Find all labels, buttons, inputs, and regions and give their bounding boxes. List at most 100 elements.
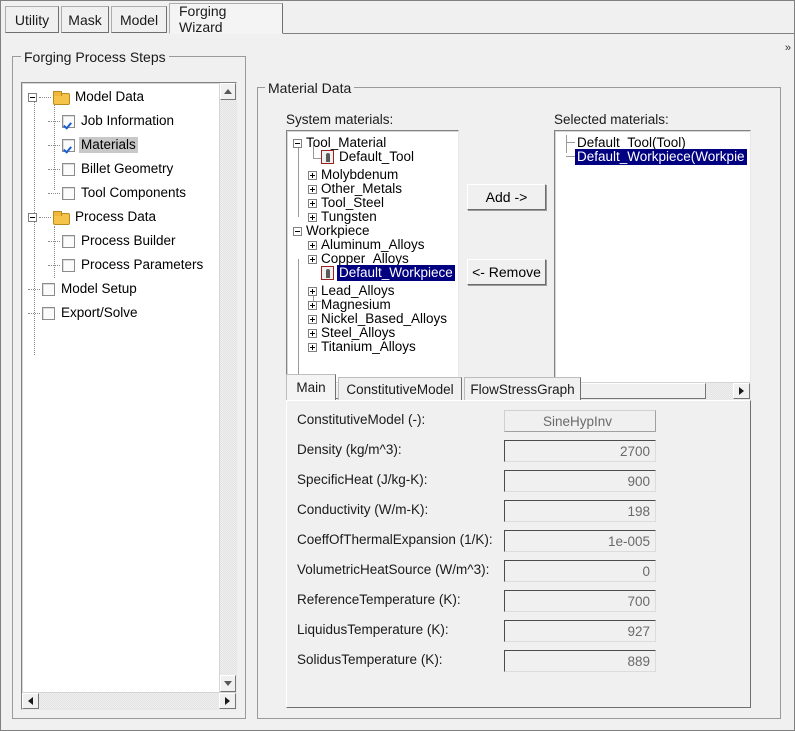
material-row-titanium-alloys[interactable]: Titanium_Alloys [308,338,418,356]
expander-minus-icon[interactable] [293,227,302,236]
property-row-liquidus-temperature: LiquidusTemperature (K): 927 [297,620,747,642]
property-row-solidus-temperature: SolidusTemperature (K): 889 [297,650,747,672]
expander-plus-icon[interactable] [308,315,317,324]
tree-connector-icon [28,313,40,314]
material-row-default-tool[interactable]: Default_Tool [321,148,416,166]
checkbox-process-parameters[interactable] [62,259,75,272]
expander-plus-icon[interactable] [308,241,317,250]
checkbox-process-builder[interactable] [62,235,75,248]
checkbox-materials[interactable] [62,139,75,152]
tree-label: Process Parameters [79,257,205,273]
chevron-right-icon [225,697,230,705]
property-row-density: Density (kg/m^3): 2700 [297,440,747,462]
reference-temperature-field[interactable]: 700 [504,590,656,612]
expander-plus-icon[interactable] [308,343,317,352]
material-row-default-workpiece[interactable]: Default_Workpiece [321,264,455,282]
forging-process-steps-title: Forging Process Steps [21,49,169,65]
scroll-up-button[interactable] [220,83,236,100]
expander-plus-icon[interactable] [308,199,317,208]
constitutive-model-field[interactable]: SineHypInv [504,410,656,432]
process-steps-tree[interactable]: Model Data Job Information Materials Bil… [22,83,221,709]
chevron-up-icon [224,89,232,94]
material-data-title: Material Data [265,80,354,96]
scroll-left-button[interactable] [22,693,39,709]
expander-plus-icon[interactable] [308,213,317,222]
process-tree-vscrollbar[interactable] [219,83,236,692]
scroll-down-button[interactable] [220,675,236,692]
expander-plus-icon[interactable] [308,171,317,180]
checkbox-export-solve[interactable] [42,307,55,320]
remove-material-button[interactable]: <- Remove [467,259,546,285]
tree-connector-vertical-workpiece [298,259,299,382]
coeff-thermal-expansion-field[interactable]: 1e-005 [504,530,656,552]
scroll-right-button[interactable] [733,383,750,399]
volumetric-heat-source-field[interactable]: 0 [504,560,656,582]
selected-row-default-workpiece[interactable]: Default_Workpiece(Workpie [575,148,747,166]
checkbox-model-setup[interactable] [42,283,55,296]
tree-row-billet-geometry[interactable]: Billet Geometry [48,160,175,178]
system-materials-panel: Tool_Material Default_Tool Molybdenum Ot… [286,130,459,400]
property-row-specific-heat: SpecificHeat (J/kg-K): 900 [297,470,747,492]
expander-minus-icon[interactable] [28,213,37,222]
tree-connector-icon [48,193,60,194]
liquidus-temperature-field[interactable]: 927 [504,620,656,642]
inner-tab-main-label: Main [296,380,325,395]
process-tree-hscrollbar[interactable] [22,692,236,709]
solidus-temperature-field[interactable]: 889 [504,650,656,672]
folder-icon [53,91,69,104]
property-row-reference-temperature: ReferenceTemperature (K): 700 [297,590,747,612]
inner-tab-flow-stress-graph-label: FlowStressGraph [470,382,574,397]
tree-row-job-information[interactable]: Job Information [48,112,176,130]
expander-plus-icon[interactable] [308,301,317,310]
tree-row-export-solve[interactable]: Export/Solve [28,304,140,322]
tab-model[interactable]: Model [111,6,167,33]
tree-label: Materials [79,137,138,153]
tree-label: Billet Geometry [79,161,175,177]
property-label: SpecificHeat (J/kg-K): [297,472,428,487]
tree-row-process-parameters[interactable]: Process Parameters [48,256,205,274]
tree-row-process-builder[interactable]: Process Builder [48,232,178,250]
tab-forging-wizard[interactable]: Forging Wizard [169,3,283,34]
expander-plus-icon[interactable] [308,185,317,194]
material-label: Titanium_Alloys [319,339,418,355]
remove-button-label: <- Remove [472,264,541,280]
add-material-button[interactable]: Add -> [467,184,546,210]
specific-heat-field[interactable]: 900 [504,470,656,492]
scroll-right-button[interactable] [219,693,236,709]
expander-plus-icon[interactable] [308,329,317,338]
tree-row-tool-components[interactable]: Tool Components [48,184,188,202]
tab-mask[interactable]: Mask [61,6,109,33]
expander-minus-icon[interactable] [28,93,37,102]
tree-row-model-data[interactable]: Model Data [28,88,146,106]
inner-tab-constitutive-model[interactable]: ConstitutiveModel [338,377,462,401]
tab-forging-wizard-label: Forging Wizard [179,3,273,35]
property-label: ConstitutiveModel (-): [297,412,425,427]
material-label: Default_Tool [337,149,416,165]
property-label: LiquidusTemperature (K): [297,622,449,637]
overflow-chevron-icon[interactable]: » [785,42,791,54]
inner-tab-main[interactable]: Main [286,374,336,401]
chevron-right-icon [739,387,744,395]
checkbox-billet-geometry[interactable] [62,163,75,176]
conductivity-field[interactable]: 198 [504,500,656,522]
inner-tab-flow-stress-graph[interactable]: FlowStressGraph [464,377,581,401]
tree-connector-icon [39,97,51,98]
expander-plus-icon[interactable] [308,255,317,264]
checkbox-job-information[interactable] [62,115,75,128]
checkbox-tool-components[interactable] [62,187,75,200]
expander-plus-icon[interactable] [308,287,317,296]
tree-row-materials[interactable]: Materials [48,136,138,154]
expander-minus-icon[interactable] [293,139,302,148]
density-field[interactable]: 2700 [504,440,656,462]
property-row-volumetric-heat-source: VolumetricHeatSource (W/m^3): 0 [297,560,747,582]
tree-connector-horizontal-tool [566,142,575,143]
system-materials-caption: System materials: [286,112,393,127]
tab-utility[interactable]: Utility [5,6,59,33]
hscroll-thumb[interactable] [572,383,706,399]
material-icon [321,266,334,280]
property-label: SolidusTemperature (K): [297,652,443,667]
chevron-left-icon [28,697,33,705]
tree-row-process-data[interactable]: Process Data [28,208,158,226]
tree-row-model-setup[interactable]: Model Setup [28,280,139,298]
selected-materials-hscrollbar[interactable] [555,382,750,399]
